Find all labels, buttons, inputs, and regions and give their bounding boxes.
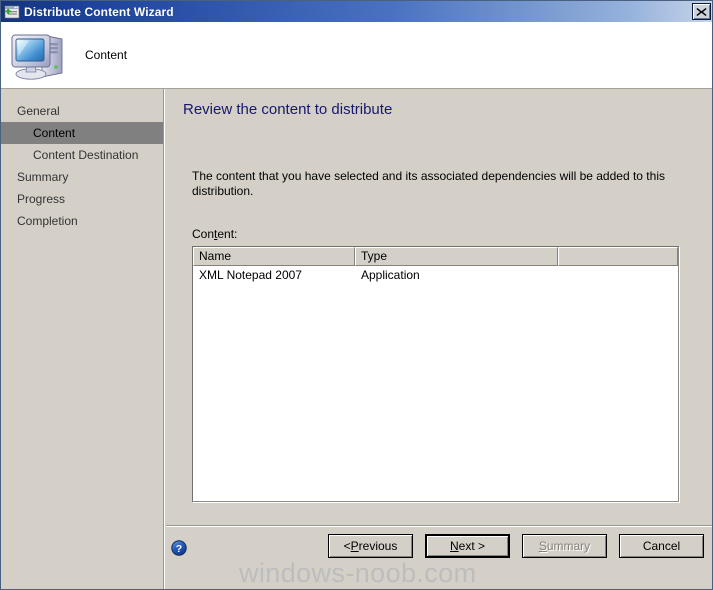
previous-button-post: revious [358, 539, 398, 553]
table-row[interactable]: XML Notepad 2007 Application [193, 266, 678, 283]
wizard-step-list: General Content Content Destination Summ… [1, 89, 163, 589]
wizard-window-plus-icon [4, 4, 20, 19]
footer-button-group: < Previous Next > Summary Cancel [328, 534, 704, 558]
wizard-footer: ? < Previous Next > Summary Cancel [166, 527, 712, 589]
next-button-post: ext > [458, 539, 486, 553]
window-title: Distribute Content Wizard [24, 4, 174, 19]
previous-button-accelerator: P [350, 539, 359, 553]
column-header-type[interactable]: Type [355, 247, 558, 266]
cancel-button-post: Cancel [642, 539, 681, 553]
cell-type: Application [361, 267, 420, 282]
page-title: Review the content to distribute [183, 101, 393, 118]
wizard-body: General Content Content Destination Summ… [1, 89, 712, 589]
content-list-label: Content: [192, 227, 237, 241]
previous-button-pre: < [343, 539, 351, 553]
summary-button-post: ummary [546, 539, 591, 553]
cancel-button[interactable]: Cancel [619, 534, 704, 558]
sidebar-item-progress[interactable]: Progress [1, 188, 163, 210]
page-description: The content that you have selected and i… [192, 169, 665, 198]
wizard-header: Content [1, 22, 712, 89]
title-bar[interactable]: Distribute Content Wizard [1, 1, 712, 22]
content-label-pre: Con [192, 227, 215, 241]
column-header-name[interactable]: Name [193, 247, 355, 266]
sidebar-divider [163, 89, 165, 589]
sidebar-item-content-destination[interactable]: Content Destination [1, 144, 163, 166]
next-button-accelerator: N [449, 539, 459, 553]
svg-text:?: ? [176, 543, 182, 555]
summary-button: Summary [522, 534, 607, 558]
next-button[interactable]: Next > [425, 534, 510, 558]
column-header-blank[interactable] [558, 247, 678, 266]
distribute-content-wizard-window: Distribute Content Wizard Content Genera… [0, 0, 713, 590]
content-label-post: ent: [217, 227, 238, 241]
sidebar-item-general[interactable]: General [1, 100, 163, 122]
wizard-header-label: Content [85, 48, 128, 62]
content-list-view[interactable]: Name Type XML Notepad 2007 Application [192, 246, 679, 502]
sidebar-item-content[interactable]: Content [1, 122, 163, 144]
list-header-row: Name Type [193, 247, 678, 266]
sidebar-item-completion[interactable]: Completion [1, 210, 163, 232]
close-icon[interactable] [692, 3, 711, 20]
sidebar-item-summary[interactable]: Summary [1, 166, 163, 188]
cell-name: XML Notepad 2007 [199, 267, 302, 282]
previous-button[interactable]: < Previous [328, 534, 413, 558]
computer-monitor-icon [9, 27, 69, 83]
summary-button-accelerator: S [538, 539, 547, 553]
help-question-icon[interactable]: ? [171, 540, 187, 556]
wizard-main-panel: Review the content to distribute The con… [166, 89, 712, 589]
list-rows: XML Notepad 2007 Application [193, 266, 678, 283]
